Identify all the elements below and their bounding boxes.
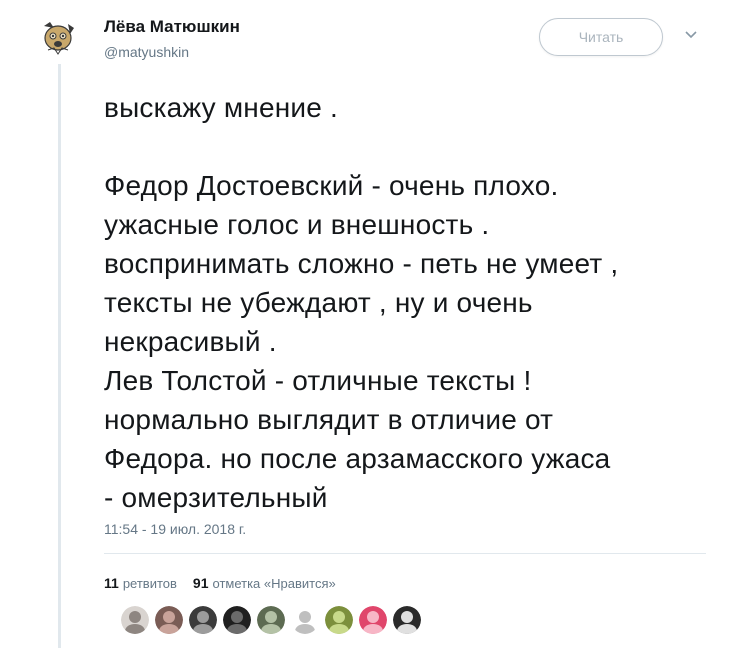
liker-avatar-5[interactable] xyxy=(257,606,285,634)
liker-avatar-1[interactable] xyxy=(121,606,149,634)
chevron-down-icon xyxy=(685,31,697,39)
likes-stat[interactable]: 91 отметка «Нравится» xyxy=(193,575,336,591)
liker-avatars xyxy=(121,606,421,634)
author-handle[interactable]: @matyushkin xyxy=(104,44,189,60)
thread-connector-line xyxy=(58,64,61,648)
liker-avatar-9[interactable] xyxy=(393,606,421,634)
stats-divider xyxy=(104,553,706,554)
follow-button[interactable]: Читать xyxy=(539,18,663,56)
liker-avatar-3[interactable] xyxy=(189,606,217,634)
liker-avatar-8[interactable] xyxy=(359,606,387,634)
dog-avatar-icon xyxy=(34,14,82,62)
tweet-stats: 11 ретвитов 91 отметка «Нравится» xyxy=(104,575,336,591)
liker-avatar-4[interactable] xyxy=(223,606,251,634)
likes-count: 91 xyxy=(192,575,209,591)
retweets-label: ретвитов xyxy=(122,576,177,591)
tweet-timestamp[interactable]: 11:54 - 19 июл. 2018 г. xyxy=(104,521,246,537)
liker-avatar-2[interactable] xyxy=(155,606,183,634)
author-name[interactable]: Лёва Матюшкин xyxy=(104,17,240,37)
tweet-text: выскажу мнение . Федор Достоевский - оче… xyxy=(104,92,619,513)
liker-avatar-7[interactable] xyxy=(325,606,353,634)
retweets-count: 11 xyxy=(104,575,119,591)
more-options[interactable] xyxy=(684,28,698,42)
author-avatar[interactable] xyxy=(34,14,82,62)
liker-avatar-6[interactable] xyxy=(291,606,319,634)
likes-label: отметка «Нравится» xyxy=(212,576,336,591)
retweets-stat[interactable]: 11 ретвитов xyxy=(104,575,177,591)
